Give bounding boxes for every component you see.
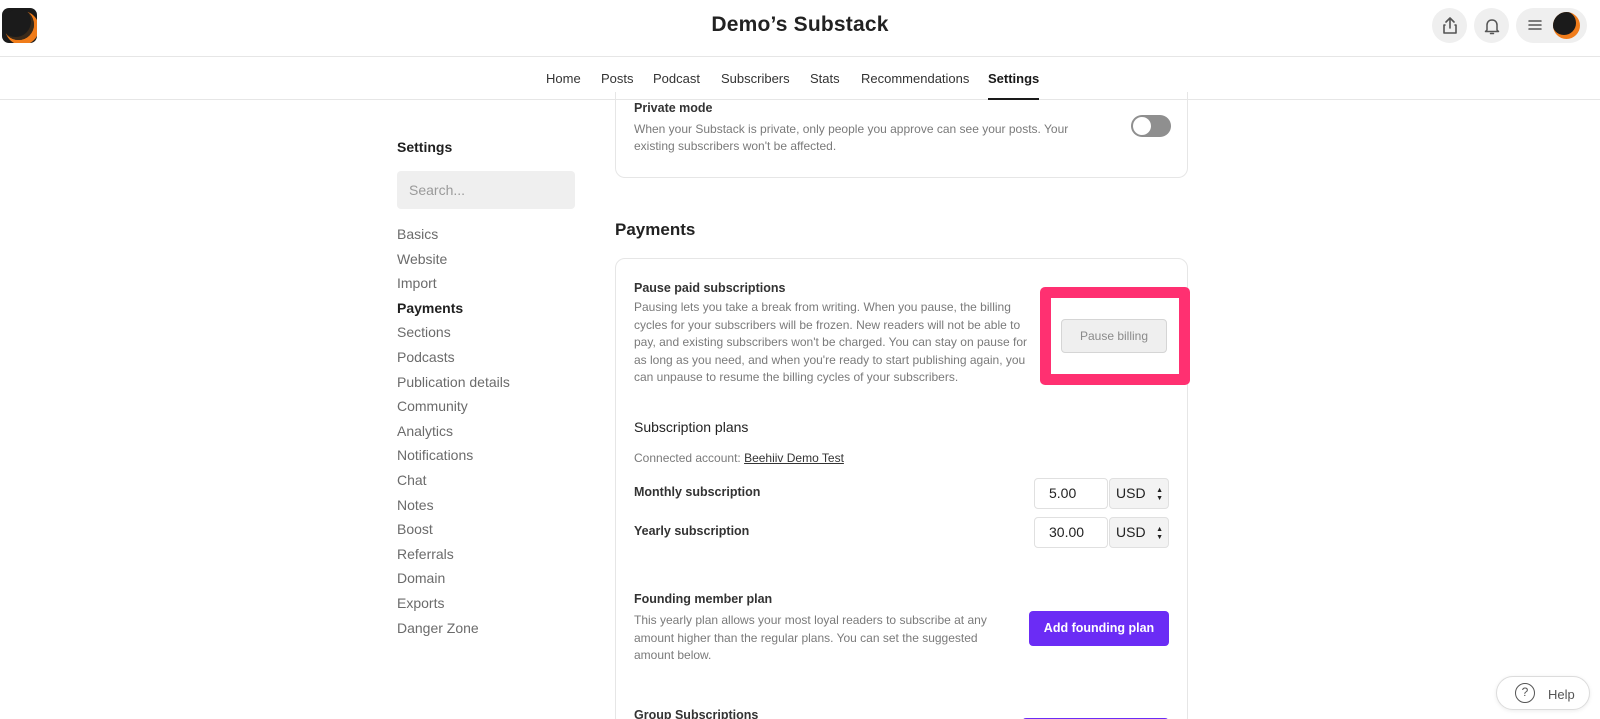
pause-billing-button[interactable]: Pause billing	[1061, 319, 1167, 353]
settings-sidebar: Basics Website Import Payments Sections …	[397, 224, 510, 642]
tab-subscribers[interactable]: Subscribers	[721, 71, 790, 86]
sidebar-item-exports[interactable]: Exports	[397, 593, 510, 618]
tab-stats[interactable]: Stats	[810, 71, 840, 86]
founding-plan-description: This yearly plan allows your most loyal …	[634, 613, 987, 662]
sidebar-item-website[interactable]: Website	[397, 249, 510, 274]
payments-heading: Payments	[615, 220, 696, 239]
founding-plan-title: Founding member plan	[634, 592, 773, 606]
pause-subscriptions-title: Pause paid subscriptions	[634, 281, 786, 295]
yearly-currency-value: USD	[1116, 524, 1146, 540]
sidebar-item-notes[interactable]: Notes	[397, 495, 510, 520]
tab-podcast[interactable]: Podcast	[653, 71, 700, 86]
private-mode-description: When your Substack is private, only peop…	[634, 122, 1069, 153]
sidebar-item-referrals[interactable]: Referrals	[397, 544, 510, 569]
sidebar-item-import[interactable]: Import	[397, 273, 510, 298]
notifications-button[interactable]	[1474, 8, 1509, 43]
pause-billing-highlight: Pause billing	[1040, 287, 1190, 385]
sidebar-item-sections[interactable]: Sections	[397, 322, 510, 347]
tab-settings[interactable]: Settings	[988, 71, 1040, 100]
account-menu-button[interactable]	[1516, 8, 1587, 43]
monthly-price-input[interactable]: 5.00	[1034, 478, 1108, 509]
site-title[interactable]: Demo’s Substack	[0, 13, 1600, 37]
connected-account-link[interactable]: Beehiiv Demo Test	[744, 451, 844, 465]
sidebar-item-domain[interactable]: Domain	[397, 568, 510, 593]
help-button[interactable]: ? Help	[1496, 676, 1590, 710]
sidebar-item-notifications[interactable]: Notifications	[397, 445, 510, 470]
connected-account-label: Connected account:	[634, 451, 745, 465]
share-icon	[1442, 16, 1457, 34]
private-mode-title: Private mode	[634, 101, 713, 115]
subscription-plans-title: Subscription plans	[634, 419, 749, 435]
question-icon: ?	[1515, 683, 1535, 703]
sidebar-item-chat[interactable]: Chat	[397, 470, 510, 495]
monthly-currency-value: USD	[1116, 485, 1146, 501]
share-button[interactable]	[1432, 8, 1467, 43]
private-mode-card: Private mode When your Substack is priva…	[615, 92, 1188, 178]
avatar	[1553, 12, 1580, 39]
tab-posts[interactable]: Posts	[601, 71, 634, 86]
add-founding-plan-button[interactable]: Add founding plan	[1029, 611, 1169, 646]
yearly-price-input[interactable]: 30.00	[1034, 517, 1108, 548]
help-label: Help	[1548, 687, 1575, 702]
select-arrows-icon: ▲ ▼	[1156, 526, 1163, 541]
sidebar-item-basics[interactable]: Basics	[397, 224, 510, 249]
sidebar-title: Settings	[397, 139, 453, 155]
settings-search-input[interactable]	[397, 171, 575, 209]
monthly-currency-select[interactable]: USD ▲ ▼	[1109, 478, 1169, 509]
sidebar-item-community[interactable]: Community	[397, 396, 510, 421]
tab-recommendations[interactable]: Recommendations	[861, 71, 969, 86]
sidebar-item-podcasts[interactable]: Podcasts	[397, 347, 510, 372]
connected-account: Connected account: Beehiiv Demo Test	[634, 451, 844, 465]
pause-subscriptions-description: Pausing lets you take a break from writi…	[634, 300, 1027, 384]
group-subscriptions-title: Group Subscriptions	[634, 708, 759, 719]
tab-home[interactable]: Home	[546, 71, 581, 86]
top-bar: Demo’s Substack	[0, 0, 1600, 57]
sidebar-item-danger-zone[interactable]: Danger Zone	[397, 618, 510, 643]
sidebar-item-boost[interactable]: Boost	[397, 519, 510, 544]
yearly-subscription-label: Yearly subscription	[634, 524, 750, 538]
payments-card: Pause paid subscriptions Pausing lets yo…	[615, 258, 1190, 719]
yearly-currency-select[interactable]: USD ▲ ▼	[1109, 517, 1169, 548]
sidebar-item-analytics[interactable]: Analytics	[397, 421, 510, 446]
sidebar-item-payments[interactable]: Payments	[397, 298, 510, 323]
monthly-subscription-label: Monthly subscription	[634, 485, 761, 499]
select-arrows-icon: ▲ ▼	[1156, 487, 1163, 502]
bell-icon	[1484, 18, 1499, 34]
sidebar-item-publication-details[interactable]: Publication details	[397, 372, 510, 397]
private-mode-toggle[interactable]	[1131, 115, 1171, 137]
menu-icon	[1528, 20, 1542, 30]
